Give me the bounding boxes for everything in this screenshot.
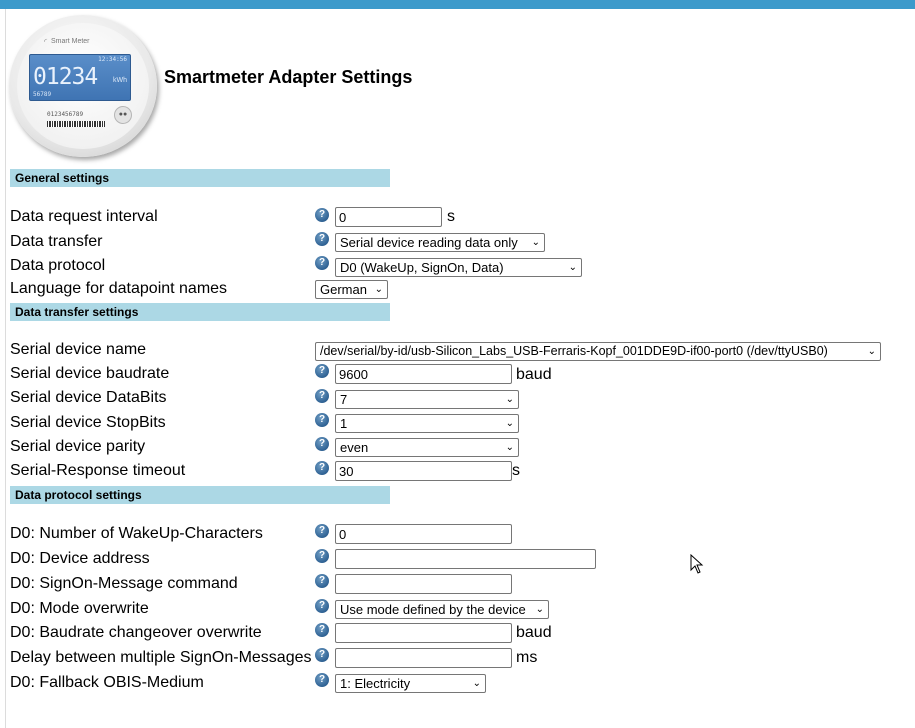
help-icon[interactable]: ? <box>315 549 329 563</box>
label-fallback-obis: D0: Fallback OBIS-Medium <box>10 674 204 691</box>
parity-select[interactable]: even ⌄ <box>335 438 519 457</box>
meter-brand: Smart Meter <box>51 38 90 45</box>
page-title: Smartmeter Adapter Settings <box>164 67 413 87</box>
databits-select[interactable]: 7 ⌄ <box>335 390 519 409</box>
help-icon[interactable]: ? <box>315 256 329 270</box>
help-icon[interactable]: ? <box>315 461 329 475</box>
help-icon[interactable]: ? <box>315 437 329 451</box>
meter-time: 12:34:56 <box>98 56 127 63</box>
barcode-icon <box>47 121 105 127</box>
data-protocol-select[interactable]: D0 (WakeUp, SignOn, Data) ⌄ <box>335 258 582 277</box>
help-icon[interactable]: ? <box>315 364 329 378</box>
language-select[interactable]: German ⌄ <box>315 280 388 299</box>
label-signon-command: D0: SignOn-Message command <box>10 575 238 592</box>
label-wakeup-chars: D0: Number of WakeUp-Characters <box>10 525 263 542</box>
section-header-protocol: Data protocol settings <box>10 486 390 504</box>
chevron-down-icon: ⌄ <box>568 262 577 273</box>
help-icon[interactable]: ? <box>315 623 329 637</box>
chevron-down-icon: ⌄ <box>374 284 383 295</box>
fallback-obis-select[interactable]: 1: Electricity ⌄ <box>335 674 486 693</box>
label-request-interval: Data request interval <box>10 208 158 225</box>
section-header-general: General settings <box>10 169 390 187</box>
help-icon[interactable]: ? <box>315 208 329 222</box>
unit-seconds: s <box>512 462 520 479</box>
label-device-name: Serial device name <box>10 341 147 358</box>
meter-sub-reading: 56789 <box>33 91 52 98</box>
device-name-select[interactable]: /dev/serial/by-id/usb-Silicon_Labs_USB-F… <box>315 342 881 361</box>
signal-icon: ◜ <box>44 37 48 46</box>
stopbits-select[interactable]: 1 ⌄ <box>335 414 519 433</box>
chevron-down-icon: ⌄ <box>867 346 876 357</box>
meter-serial: 0123456789 <box>47 111 84 118</box>
smart-meter-logo: ◜ Smart Meter 12:34:56 01234 kWh 56789 ●… <box>9 15 159 165</box>
dots-icon: ●● <box>114 106 132 124</box>
label-baud-changeover: D0: Baudrate changeover overwrite <box>10 624 262 641</box>
help-icon[interactable]: ? <box>315 599 329 613</box>
unit-baud: baud <box>516 624 552 641</box>
signon-delay-input[interactable] <box>335 648 512 668</box>
chevron-down-icon: ⌄ <box>472 678 481 689</box>
label-timeout: Serial-Response timeout <box>10 462 186 479</box>
meter-unit: kWh <box>113 77 127 84</box>
label-stopbits: Serial device StopBits <box>10 414 166 431</box>
meter-display: 12:34:56 01234 kWh 56789 <box>29 54 131 101</box>
unit-baud: baud <box>516 366 552 383</box>
top-bar <box>0 0 915 9</box>
section-header-transfer: Data transfer settings <box>10 303 390 321</box>
request-interval-input[interactable] <box>335 207 442 227</box>
help-icon[interactable]: ? <box>315 524 329 538</box>
chevron-down-icon: ⌄ <box>505 394 514 405</box>
help-icon[interactable]: ? <box>315 413 329 427</box>
label-data-transfer: Data transfer <box>10 233 103 250</box>
mode-overwrite-select[interactable]: Use mode defined by the device ⌄ <box>335 600 549 619</box>
wakeup-chars-input[interactable] <box>335 524 512 544</box>
timeout-input[interactable] <box>335 461 512 481</box>
signon-command-input[interactable] <box>335 574 512 594</box>
label-baudrate: Serial device baudrate <box>10 365 170 382</box>
label-mode-overwrite: D0: Mode overwrite <box>10 600 149 617</box>
label-parity: Serial device parity <box>10 438 146 455</box>
mouse-cursor-icon <box>690 554 704 574</box>
unit-ms: ms <box>516 649 538 666</box>
device-address-input[interactable] <box>335 549 596 569</box>
help-icon[interactable]: ? <box>315 648 329 662</box>
label-data-protocol: Data protocol <box>10 257 106 274</box>
label-signon-delay: Delay between multiple SignOn-Messages <box>10 649 312 666</box>
label-databits: Serial device DataBits <box>10 389 167 406</box>
help-icon[interactable]: ? <box>315 673 329 687</box>
help-icon[interactable]: ? <box>315 574 329 588</box>
baudrate-input[interactable] <box>335 364 512 384</box>
label-language: Language for datapoint names <box>10 280 228 297</box>
data-transfer-select[interactable]: Serial device reading data only ⌄ <box>335 233 545 252</box>
label-device-address: D0: Device address <box>10 550 150 567</box>
help-icon[interactable]: ? <box>315 389 329 403</box>
chevron-down-icon: ⌄ <box>505 442 514 453</box>
help-icon[interactable]: ? <box>315 232 329 246</box>
left-border <box>5 9 6 728</box>
chevron-down-icon: ⌄ <box>505 418 514 429</box>
chevron-down-icon: ⌄ <box>531 237 540 248</box>
meter-reading: 01234 <box>33 64 98 90</box>
unit-seconds: s <box>447 208 455 225</box>
baud-changeover-input[interactable] <box>335 623 512 643</box>
chevron-down-icon: ⌄ <box>535 604 544 615</box>
